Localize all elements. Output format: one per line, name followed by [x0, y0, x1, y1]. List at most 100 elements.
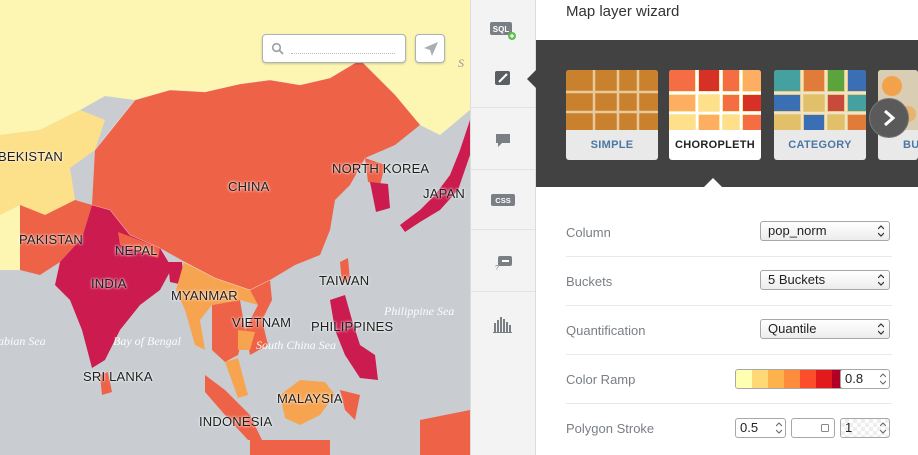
wizard-brush-icon [495, 70, 510, 85]
histogram-icon [493, 317, 512, 333]
select-arrows-icon [878, 274, 884, 286]
column-label: Column [566, 225, 611, 240]
row-buckets: Buckets 5 Buckets [566, 257, 892, 306]
stroke-color-picker[interactable] [791, 418, 835, 438]
row-polygon-stroke: Polygon Stroke 0.5 1 [566, 404, 892, 453]
simple-thumbnail-icon [566, 70, 658, 130]
column-select-value: pop_norm [768, 223, 827, 238]
color-ramp-opacity-input[interactable]: 0.8 [840, 369, 890, 389]
wizard-tool-button[interactable] [471, 48, 535, 108]
color-swatch-icon [821, 424, 829, 432]
color-ramp-swatch [816, 370, 832, 388]
region-sulawesi [340, 390, 360, 420]
search-placeholder-line [291, 53, 395, 54]
map-label-taiwan: TAIWAN [319, 273, 370, 288]
color-ramp-opacity-value: 0.8 [845, 371, 864, 386]
selected-wizard-pointer [704, 178, 722, 187]
stepper-icon [880, 373, 886, 385]
css-tool-button[interactable]: CSS [471, 170, 535, 230]
map-label-uzbekistan: BEKISTAN [0, 149, 63, 164]
legend-icon: ? [495, 255, 512, 272]
map-label-indonesia: INDONESIA [199, 414, 273, 429]
sea-label-bengal: Bay of Bengal [113, 334, 181, 348]
map-label-myanmar: MYANMAR [171, 288, 238, 303]
active-tool-pointer [527, 70, 536, 88]
color-ramp-label: Color Ramp [566, 372, 636, 387]
choropleth-thumbnail-icon [669, 70, 761, 130]
row-column: Column pop_norm [566, 208, 892, 257]
map-label-pakistan: PAKISTAN [19, 232, 83, 247]
wizard-label-simple: SIMPLE [590, 139, 634, 151]
quantification-select-value: Quantile [768, 321, 817, 336]
map-label-north-korea: NORTH KOREA [332, 161, 430, 176]
row-color-ramp: Color Ramp 0.8 [566, 355, 892, 404]
map-label-vietnam: VIETNAM [232, 315, 292, 330]
legend-tool-button[interactable]: ? [471, 232, 535, 292]
infowindow-tool-button[interactable] [471, 110, 535, 170]
wizard-carousel: SIMPLE CHOROPLETH CATEGORY BU [536, 40, 918, 187]
layer-wizard-panel: Map layer wizard SIMPLE CHOROPLETH CATEG… [536, 0, 918, 455]
sql-icon: SQL [490, 21, 516, 40]
wizard-card-choropleth[interactable]: CHOROPLETH [669, 70, 761, 160]
map-geography [0, 0, 470, 455]
sea-label-arabian: abian Sea [0, 334, 46, 348]
quantification-label: Quantification [566, 323, 646, 338]
color-ramp-picker[interactable] [735, 369, 849, 389]
polygon-stroke-label: Polygon Stroke [566, 421, 655, 436]
buckets-select-value: 5 Buckets [768, 272, 826, 287]
carousel-next-button[interactable] [869, 98, 909, 138]
color-ramp-swatch [784, 370, 800, 388]
wizard-card-category[interactable]: CATEGORY [774, 70, 866, 160]
quantification-select[interactable]: Quantile [760, 319, 890, 339]
stroke-width-value: 0.5 [740, 420, 759, 435]
region-iran [0, 205, 20, 270]
stroke-opacity-value: 1 [845, 420, 853, 435]
region-japan [400, 120, 470, 232]
column-select[interactable]: pop_norm [760, 221, 890, 241]
category-thumbnail-icon [774, 70, 866, 130]
region-philippines [330, 295, 378, 380]
infowindow-icon [496, 133, 510, 147]
region-peninsular-malaysia [225, 358, 248, 398]
stroke-width-input[interactable]: 0.5 [735, 418, 786, 438]
region-papua [420, 410, 470, 455]
navigation-arrow-icon [424, 42, 438, 56]
wizard-card-simple[interactable]: SIMPLE [566, 70, 658, 160]
panel-title: Map layer wizard [566, 3, 680, 20]
select-arrows-icon [878, 225, 884, 237]
color-ramp-swatch [736, 370, 752, 388]
search-icon [271, 42, 284, 55]
css-icon-text: CSS [495, 196, 510, 205]
chevron-right-icon [884, 109, 896, 127]
map-label-sri-lanka: SRI LANKA [83, 369, 153, 384]
color-ramp-swatch [800, 370, 816, 388]
wizard-label-choropleth: CHOROPLETH [675, 139, 755, 151]
region-south-korea [370, 182, 390, 212]
map-label-nepal: NEPAL [115, 243, 158, 258]
buckets-select[interactable]: 5 Buckets [760, 270, 890, 290]
css-icon: CSS [491, 193, 515, 206]
stroke-opacity-input[interactable]: 1 [840, 418, 890, 438]
region-java [250, 440, 330, 455]
buckets-label: Buckets [566, 274, 613, 289]
map-label-india: INDIA [91, 276, 127, 291]
map-canvas[interactable]: BEKISTAN CHINA NORTH KOREA JAPAN PAKISTA… [0, 0, 470, 455]
select-arrows-icon [878, 323, 884, 335]
geolocate-button[interactable] [415, 34, 445, 63]
map-search-input[interactable] [262, 34, 406, 63]
sea-label-south-china: South China Sea [256, 338, 336, 352]
row-quantification: Quantification Quantile [566, 306, 892, 355]
svg-text:?: ? [495, 265, 499, 272]
map-label-philippines: PHILIPPINES [311, 319, 394, 334]
filters-tool-button[interactable] [471, 294, 535, 354]
color-ramp-swatch [752, 370, 768, 388]
sea-label-philippine: Philippine Sea [384, 304, 455, 318]
tool-strip: SQL CSS ? [470, 0, 536, 455]
map-label-japan: JAPAN [423, 186, 465, 201]
stepper-icon [776, 422, 782, 434]
color-ramp-swatch [768, 370, 784, 388]
map-label-malaysia: MALAYSIA [277, 391, 343, 406]
map-label-china: CHINA [228, 179, 270, 194]
wizard-label-category: CATEGORY [788, 139, 852, 151]
sql-icon-text: SQL [493, 25, 510, 34]
